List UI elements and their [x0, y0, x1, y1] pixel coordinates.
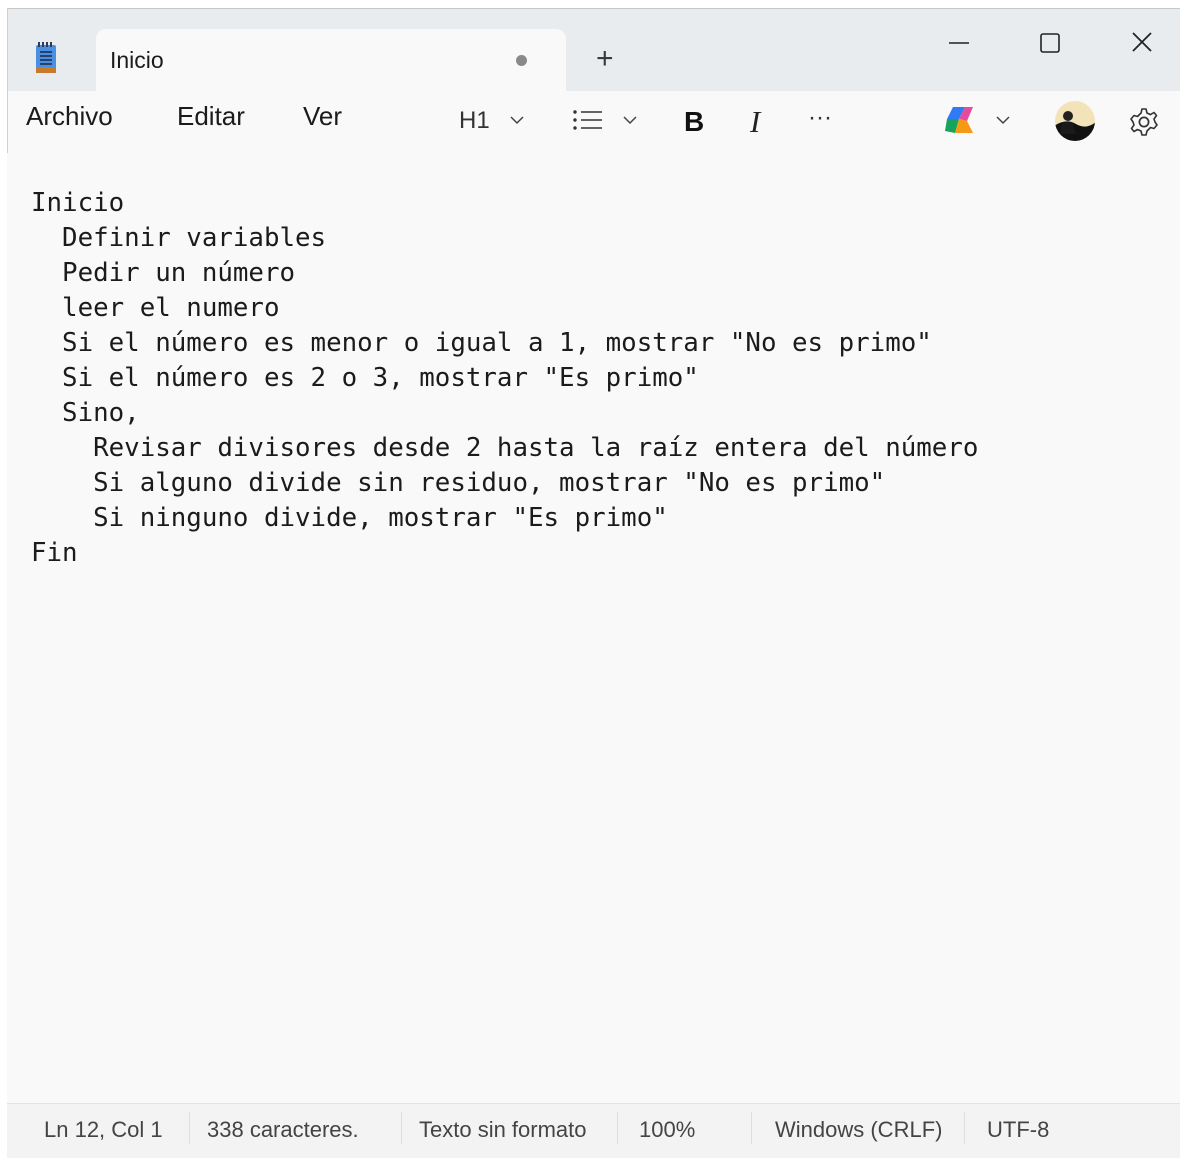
editor-line: Fin — [31, 538, 78, 568]
chevron-down-icon[interactable] — [996, 116, 1010, 125]
gear-icon[interactable] — [1128, 106, 1160, 138]
italic-button[interactable]: I — [750, 104, 760, 140]
new-tab-button[interactable]: + — [596, 44, 614, 74]
editor-line: Revisar divisores desde 2 hasta la raíz … — [31, 433, 979, 463]
heading-label: H1 — [459, 107, 490, 134]
editor-line: Sino, — [31, 398, 140, 428]
status-zoom[interactable]: 100% — [639, 1117, 695, 1143]
status-divider — [751, 1112, 752, 1144]
chevron-down-icon[interactable] — [623, 116, 637, 125]
editor-line: Inicio — [31, 188, 125, 218]
status-divider — [617, 1112, 618, 1144]
status-line-ending[interactable]: Windows (CRLF) — [775, 1117, 942, 1143]
editor-line: Si el número es 2 o 3, mostrar "Es primo… — [31, 363, 699, 393]
status-divider — [401, 1112, 402, 1144]
more-button[interactable]: ··· — [808, 104, 832, 132]
unsaved-dot-icon[interactable] — [516, 55, 527, 66]
heading-dropdown[interactable]: H1 — [459, 107, 490, 135]
status-encoding[interactable]: UTF-8 — [987, 1117, 1049, 1143]
menu-editar[interactable]: Editar — [177, 101, 245, 132]
menu-ver[interactable]: Ver — [303, 101, 342, 132]
editor-line: leer el numero — [31, 293, 280, 323]
bold-button[interactable]: B — [684, 106, 704, 138]
status-position[interactable]: Ln 12, Col 1 — [44, 1117, 163, 1143]
close-icon[interactable] — [1119, 23, 1165, 63]
status-format[interactable]: Texto sin formato — [419, 1117, 587, 1143]
editor-line: Si alguno divide sin residuo, mostrar "N… — [31, 468, 886, 498]
menu-archivo[interactable]: Archivo — [26, 101, 113, 132]
editor-line: Definir variables — [31, 223, 327, 253]
copilot-icon[interactable] — [943, 103, 977, 137]
status-char-count[interactable]: 338 caracteres. — [207, 1117, 359, 1143]
status-divider — [189, 1112, 190, 1144]
notepad-app-icon — [36, 42, 56, 73]
tab-title: Inicio — [110, 47, 164, 73]
title-bar: Inicio + — [8, 9, 1180, 91]
editor-line: Si el número es menor o igual a 1, mostr… — [31, 328, 932, 358]
editor-line: Pedir un número — [31, 258, 296, 288]
list-icon[interactable] — [572, 108, 604, 132]
status-divider — [964, 1112, 965, 1144]
editor-line: Si ninguno divide, mostrar "Es primo" — [31, 503, 668, 533]
avatar[interactable] — [1054, 100, 1096, 142]
chevron-down-icon[interactable] — [510, 116, 524, 125]
minimize-icon[interactable] — [936, 23, 982, 63]
maximize-icon[interactable] — [1027, 23, 1073, 63]
tab-inicio[interactable]: Inicio — [96, 29, 566, 91]
